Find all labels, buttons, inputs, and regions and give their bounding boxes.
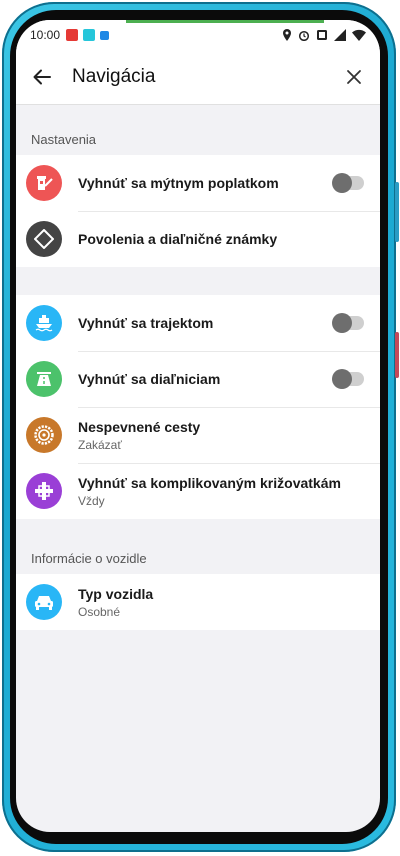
avoid-ferries-row[interactable]: Vyhnúť sa trajektom bbox=[16, 295, 380, 351]
section-header-settings: Nastavenia bbox=[31, 132, 97, 147]
location-icon bbox=[283, 29, 291, 41]
settings-group: Vyhnúť sa mýtnym poplatkom Povolenia a d… bbox=[16, 155, 380, 267]
road-sign-icon bbox=[26, 221, 62, 257]
volume-button bbox=[395, 182, 399, 242]
vehicle-type-label: Typ vozidla bbox=[78, 585, 154, 602]
unpaved-roads-label: Nespevnené cesty bbox=[78, 418, 201, 435]
permits-label: Povolenia a diaľničné známky bbox=[78, 231, 278, 247]
notification-app-icon bbox=[83, 29, 96, 41]
vehicle-group: Typ vozidla Osobné bbox=[16, 574, 380, 630]
progress-line bbox=[126, 20, 324, 23]
avoid-highways-toggle[interactable] bbox=[332, 369, 364, 389]
toll-booth-icon bbox=[26, 165, 62, 201]
section-header-vehicle: Informácie o vozidle bbox=[31, 551, 147, 566]
unpaved-roads-row[interactable]: Nespevnené cesty Zakázať bbox=[16, 407, 380, 463]
wifi-icon bbox=[352, 29, 366, 41]
routing-group: Vyhnúť sa trajektom Vyhnúť sa diaľniciam… bbox=[16, 295, 380, 519]
junction-icon bbox=[26, 473, 62, 509]
status-bar: 10:00 bbox=[16, 20, 380, 50]
ferry-icon bbox=[26, 305, 62, 341]
back-button[interactable] bbox=[30, 65, 54, 89]
power-button bbox=[395, 332, 399, 378]
permits-row[interactable]: Povolenia a diaľničné známky bbox=[16, 211, 380, 267]
vehicle-type-value: Osobné bbox=[78, 604, 121, 619]
alarm-icon bbox=[298, 30, 310, 41]
notification-shield-icon bbox=[66, 29, 79, 41]
avoid-ferries-toggle[interactable] bbox=[332, 313, 364, 333]
avoid-highways-label: Vyhnúť sa diaľniciam bbox=[78, 371, 221, 387]
status-time: 10:00 bbox=[30, 28, 61, 42]
avoid-tolls-row[interactable]: Vyhnúť sa mýtnym poplatkom bbox=[16, 155, 380, 211]
highway-icon bbox=[26, 361, 62, 397]
group-gap bbox=[16, 267, 380, 295]
page-title: Navigácia bbox=[72, 66, 156, 87]
close-icon bbox=[347, 70, 361, 84]
arrow-left-icon bbox=[33, 69, 51, 85]
notification-chat-icon bbox=[100, 30, 110, 40]
avoid-highways-row[interactable]: Vyhnúť sa diaľniciam bbox=[16, 351, 380, 407]
app-bar: Navigácia bbox=[16, 50, 380, 105]
complex-junctions-row[interactable]: Vyhnúť sa komplikovaným križovatkám Vždy bbox=[16, 463, 380, 519]
complex-junctions-value: Vždy bbox=[78, 493, 105, 508]
unpaved-roads-value: Zakázať bbox=[78, 437, 122, 452]
vehicle-type-row[interactable]: Typ vozidla Osobné bbox=[16, 574, 380, 630]
avoid-tolls-label: Vyhnúť sa mýtnym poplatkom bbox=[78, 175, 279, 191]
avoid-tolls-toggle[interactable] bbox=[332, 173, 364, 193]
car-icon bbox=[26, 584, 62, 620]
complex-junctions-label: Vyhnúť sa komplikovaným križovatkám bbox=[78, 474, 341, 491]
signal-icon bbox=[334, 29, 346, 41]
avoid-ferries-label: Vyhnúť sa trajektom bbox=[78, 315, 214, 331]
screen: 10:00 Navigácia Nastavenia Vyhnúť sa mýt… bbox=[16, 20, 380, 832]
vibrate-icon bbox=[317, 30, 327, 40]
close-button[interactable] bbox=[342, 65, 366, 89]
wheel-icon bbox=[26, 417, 62, 453]
status-right bbox=[282, 29, 366, 41]
